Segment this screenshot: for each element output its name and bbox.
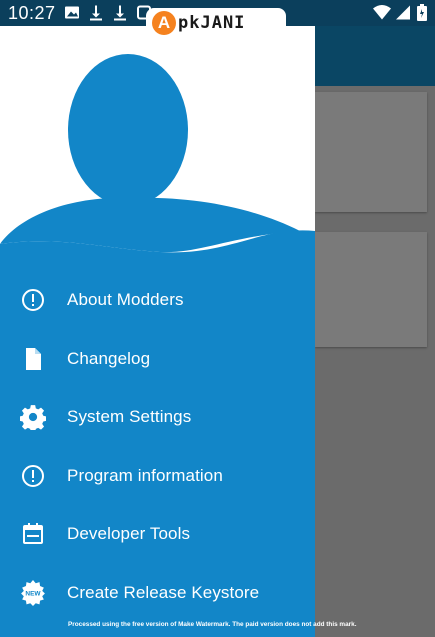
download-icon: [112, 4, 128, 21]
signal-icon: [395, 4, 411, 21]
menu-item-system-settings[interactable]: System Settings: [0, 388, 315, 447]
notification-icons: [64, 4, 152, 21]
watermark-logo: A pkJANI: [146, 8, 286, 38]
menu-item-changelog[interactable]: Changelog: [0, 330, 315, 389]
menu-item-label: Create Release Keystore: [67, 582, 260, 602]
logo-mark: A: [152, 11, 176, 35]
calendar-icon: [20, 521, 46, 547]
menu-item-label: About Modders: [67, 290, 184, 310]
menu-item-label: Developer Tools: [67, 524, 191, 544]
wifi-icon: [373, 4, 391, 21]
watermark-footer: Processed using the free version of Make…: [68, 621, 357, 628]
info-circle-icon: [20, 287, 46, 313]
avatar-silhouette-icon: [0, 26, 315, 253]
gear-icon: [20, 404, 46, 431]
logo-text: pkJANI: [178, 13, 246, 33]
menu-item-developer-tools[interactable]: Developer Tools: [0, 505, 315, 564]
navigation-drawer: About Modders Changelog System Settings …: [0, 26, 315, 637]
download-icon: [88, 4, 104, 21]
menu-item-about-modders[interactable]: About Modders: [0, 271, 315, 330]
drawer-menu: About Modders Changelog System Settings …: [0, 271, 315, 622]
content-card[interactable]: [315, 92, 427, 212]
menu-item-label: System Settings: [67, 407, 192, 427]
status-time: 10:27: [8, 3, 56, 23]
document-icon: [20, 346, 46, 372]
image-icon: [64, 4, 80, 21]
new-badge-icon: NEW: [20, 579, 46, 606]
info-circle-icon: [20, 463, 46, 489]
menu-item-label: Program information: [67, 465, 223, 485]
battery-icon: [417, 4, 427, 21]
svg-text:NEW: NEW: [25, 590, 41, 597]
menu-item-program-information[interactable]: Program information: [0, 447, 315, 506]
system-icons: [373, 4, 427, 21]
menu-item-create-release-keystore[interactable]: NEW Create Release Keystore: [0, 564, 315, 623]
menu-item-label: Changelog: [67, 348, 151, 368]
content-card[interactable]: [315, 232, 427, 347]
drawer-header: [0, 26, 315, 256]
